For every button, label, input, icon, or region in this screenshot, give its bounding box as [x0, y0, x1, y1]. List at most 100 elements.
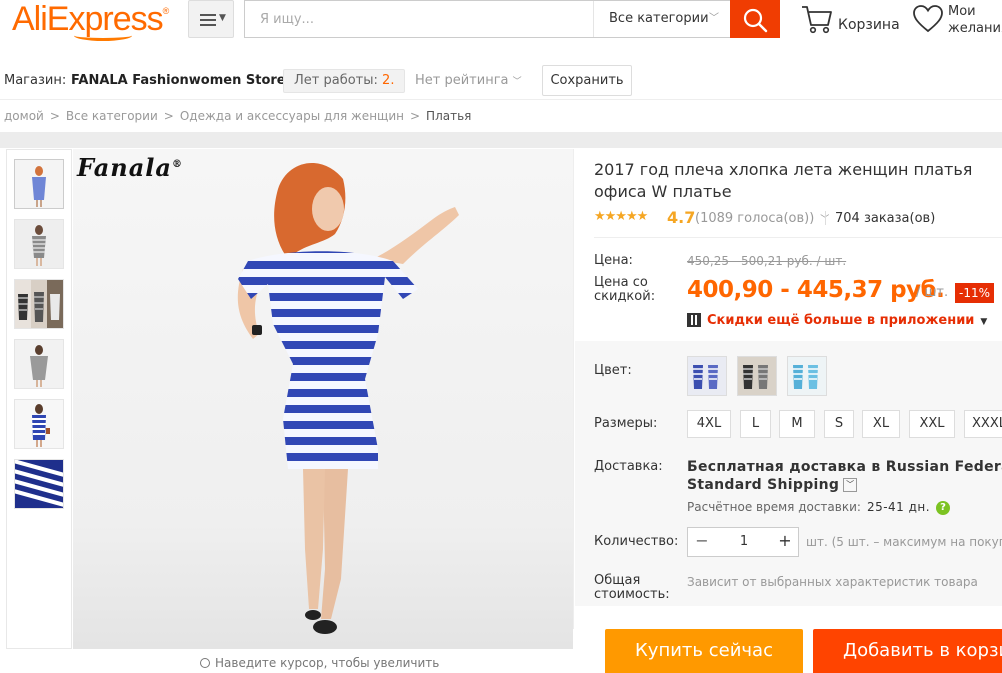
breadcrumb-separator: > [409, 109, 421, 123]
cart-link[interactable]: Корзина [800, 2, 900, 38]
quantity-label: Количество: [594, 534, 679, 549]
quantity-input[interactable]: 1 [716, 528, 772, 556]
breadcrumb-current[interactable]: Платья [426, 109, 471, 123]
cart-icon [802, 6, 832, 34]
main-product-image[interactable]: Fanala® [73, 149, 573, 649]
delivery-time-label: Расчётное время доставки: [687, 500, 861, 514]
size-option-xxxl[interactable]: XXXL [964, 410, 1002, 438]
original-price: 450,25 - 500,21 руб. / шт. [687, 254, 847, 268]
search-button[interactable] [730, 0, 780, 38]
store-rating-dropdown[interactable]: Нет рейтинга ﹀ [415, 73, 522, 88]
section-divider [0, 132, 1002, 148]
app-promo-dropdown[interactable]: Скидки ещё больше в приложении▼| [687, 310, 1002, 328]
qr-code-icon [687, 313, 701, 327]
cart-label: Корзина [838, 17, 900, 33]
wishlist-label-line1: Мои [948, 4, 976, 19]
color-label: Цвет: [594, 363, 632, 378]
logo-swoosh [74, 30, 132, 41]
shipping-destination[interactable]: Russian Federation [886, 459, 1002, 475]
size-label: Размеры: [594, 416, 658, 431]
breadcrumb: домой > Все категории > Одежда и аксессуары … [4, 109, 471, 123]
thumbnail-6[interactable] [14, 459, 64, 509]
color-swatch-1[interactable] [687, 356, 727, 396]
shipping-method-select[interactable]: Standard Shipping ﹀ [687, 477, 858, 493]
size-option-m[interactable]: M [779, 410, 815, 438]
breadcrumb-home[interactable]: домой [4, 109, 44, 123]
model-illustration [237, 162, 459, 634]
quantity-stepper: − 1 + [687, 527, 799, 557]
orders-count: 704 заказа(ов) [835, 211, 936, 226]
total-note: Зависит от выбранных характеристик товар… [687, 575, 978, 589]
categories-menu-button[interactable]: ▼ [188, 0, 234, 38]
shipping-info: Бесплатная доставка в Russian Federation [687, 459, 1002, 475]
quantity-increase-button[interactable]: + [772, 528, 798, 556]
discount-price-label: Цена со скидкой: [594, 275, 656, 304]
search-bar: Все категории ﹀ [244, 0, 732, 38]
shipping-label: Доставка: [594, 459, 663, 474]
total-label: Общая стоимость: [594, 573, 670, 602]
add-to-cart-button[interactable]: Добавить в корзину [813, 629, 1002, 673]
breadcrumb-all-categories[interactable]: Все категории [66, 109, 158, 123]
delivery-time: Расчётное время доставки: 25-41 дн.? [687, 500, 951, 515]
size-option-xxl[interactable]: XXL [909, 410, 955, 438]
delivery-days: 25-41 дн. [866, 500, 931, 514]
zoom-hint: Наведите курсор, чтобы увеличить [200, 656, 439, 670]
price-unit: / шт. [916, 285, 949, 300]
quantity-note: шт. (5 шт. – максимум на покупателя) [806, 535, 1002, 549]
store-bar: Магазин: FANALA Fashionwomen Store Лет р… [0, 63, 1002, 100]
size-option-l[interactable]: L [740, 410, 771, 438]
hamburger-icon [200, 14, 216, 16]
store-years-dot: . [390, 73, 395, 88]
color-swatch-2[interactable] [737, 356, 777, 396]
store-years-label: Лет работы: [294, 73, 378, 88]
store-name-link[interactable]: FANALA Fashionwomen Store [71, 73, 286, 88]
store-rating-text: Нет рейтинга [415, 73, 509, 88]
thumbnail-3[interactable] [14, 279, 64, 329]
product-title: 2017 год плеча хлопка лета женщин платья… [594, 160, 973, 201]
rating-separator [825, 211, 826, 225]
shipping-method: Standard Shipping [687, 477, 840, 493]
save-store-button[interactable]: Сохранить [542, 65, 632, 96]
wishlist-label: Мои желания [948, 3, 1002, 37]
free-shipping-text: Бесплатная доставка в [687, 459, 881, 475]
chevron-down-icon: ﹀ [512, 77, 522, 87]
wishlist-link[interactable]: Мои желания [912, 2, 1002, 38]
quantity-decrease-button[interactable]: − [688, 528, 716, 556]
thumbnail-4[interactable] [14, 339, 64, 389]
logo-trademark: ® [162, 6, 170, 16]
discount-price: 400,90 - 445,37 руб. [687, 277, 945, 303]
color-swatch-3[interactable] [787, 356, 827, 396]
thumbnail-2[interactable] [14, 219, 64, 269]
discount-badge: -11% [955, 283, 995, 303]
size-option-xl[interactable]: XL [862, 410, 900, 438]
store-years-badge: Лет работы: 2. [283, 69, 406, 93]
breadcrumb-separator: > [49, 109, 60, 123]
search-input[interactable] [245, 1, 621, 37]
thumbnail-1[interactable] [14, 159, 64, 209]
store-label: Магазин: [4, 73, 67, 88]
divider [594, 237, 1002, 238]
app-promo-text: Скидки ещё больше в приложении [707, 313, 975, 328]
breadcrumb-separator: > [163, 109, 174, 123]
size-option-s[interactable]: S [824, 410, 854, 438]
chevron-down-icon: ﹀ [843, 478, 858, 492]
thumbnail-5[interactable] [14, 399, 64, 449]
wishlist-label-line2: желания [948, 21, 1002, 36]
zoom-hint-text: Наведите курсор, чтобы увеличить [215, 656, 440, 670]
votes-dropdown[interactable]: (1089 голоса(ов))﹀ [695, 211, 829, 226]
caret-down-icon: ▼ [219, 13, 226, 23]
heart-icon [913, 5, 943, 33]
thumbnail-list [6, 149, 72, 649]
help-icon[interactable]: ? [936, 500, 951, 515]
category-select[interactable]: Все категории ﹀ [593, 1, 731, 37]
category-select-value: Все категории [609, 11, 709, 26]
buy-now-button[interactable]: Купить сейчас [605, 629, 803, 673]
size-option-4xl[interactable]: 4XL [687, 410, 731, 438]
column-divider [573, 149, 574, 629]
caret-down-icon: ▼ [980, 317, 988, 327]
magnifier-icon [200, 658, 210, 668]
breadcrumb-women-clothing[interactable]: Одежда и аксессуары для женщин [180, 109, 404, 123]
price-label: Цена: [594, 253, 633, 268]
rating-value: 4.7 [667, 208, 696, 227]
chevron-down-icon: ﹀ [709, 13, 719, 24]
